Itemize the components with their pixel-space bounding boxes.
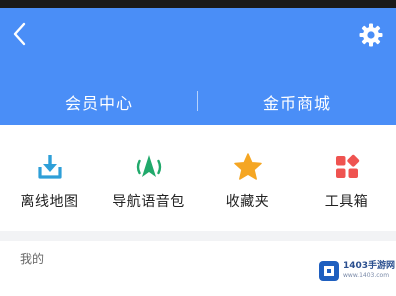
tool-label: 收藏夹 bbox=[225, 194, 270, 210]
tool-offline-map[interactable]: 离线地图 bbox=[0, 125, 99, 231]
tool-toolbox[interactable]: 工具箱 bbox=[297, 125, 396, 231]
tool-label: 导航语音包 bbox=[112, 194, 185, 210]
tool-label: 离线地图 bbox=[20, 194, 79, 210]
tool-favorites[interactable]: 收藏夹 bbox=[198, 125, 297, 231]
tool-grid: 离线地图 导航语音包 收藏夹 工具箱 bbox=[0, 125, 396, 231]
watermark-logo bbox=[319, 261, 339, 281]
chevron-left-icon bbox=[13, 22, 26, 46]
watermark-text: 1403手游网 bbox=[343, 261, 396, 271]
mine-section-title: 我的 bbox=[20, 252, 45, 266]
back-button[interactable] bbox=[10, 20, 34, 48]
status-bar bbox=[0, 0, 396, 8]
watermark-subtext: www.1403.com bbox=[343, 272, 390, 279]
tab-coin-mall[interactable]: 金币商城 bbox=[198, 80, 396, 124]
tab-label: 金币商城 bbox=[262, 94, 331, 113]
tool-voice-pack[interactable]: 导航语音包 bbox=[99, 125, 198, 231]
tool-label: 工具箱 bbox=[324, 194, 369, 210]
gear-icon bbox=[359, 23, 383, 47]
header: 会员中心 金币商城 bbox=[0, 8, 396, 125]
download-tray-icon bbox=[37, 155, 62, 179]
tab-member-center[interactable]: 会员中心 bbox=[0, 80, 198, 124]
navigation-voice-icon bbox=[136, 155, 161, 177]
toolbox-grid-icon bbox=[335, 154, 359, 178]
watermark: 1403手游网 www.1403.com bbox=[318, 256, 396, 286]
settings-button[interactable] bbox=[358, 22, 384, 48]
tab-label: 会员中心 bbox=[64, 94, 133, 113]
star-icon bbox=[233, 153, 262, 180]
section-separator bbox=[0, 231, 396, 241]
